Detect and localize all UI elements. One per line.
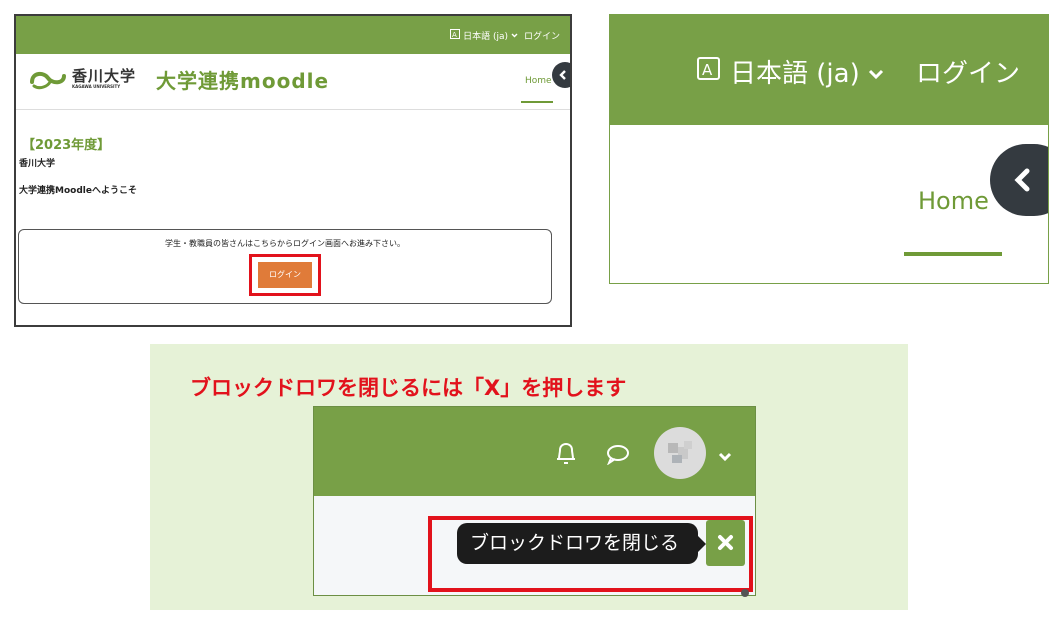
chevron-left-icon — [559, 70, 566, 80]
avatar[interactable] — [654, 427, 706, 479]
highlight-frame: ログイン — [249, 254, 321, 296]
language-icon: A — [696, 55, 722, 88]
university-name: 香川大学 — [72, 67, 137, 85]
university-logo-icon — [28, 66, 68, 92]
chevron-down-icon — [511, 31, 518, 41]
close-icon — [718, 535, 733, 550]
site-logo[interactable]: 大学連携moodle — [156, 65, 329, 94]
language-label: 日本語 (ja) — [463, 32, 508, 42]
login-link[interactable]: ログイン — [524, 29, 560, 42]
university-name-en: KAGAWA UNIVERSITY — [72, 84, 121, 89]
instruction-caption: ブロックドロワを閉じるには「X」を押します — [190, 376, 627, 400]
login-box: 学生・教職員の皆さんはこちらからログイン画面へお進み下さい。 ログイン — [18, 229, 552, 304]
close-drawer-button[interactable] — [706, 520, 745, 566]
open-drawer-button[interactable] — [990, 144, 1048, 216]
svg-text:A: A — [452, 31, 457, 39]
site-screenshot-panel: A 日本語 (ja) ログイン 香川大学 KAGAWA UNIVERSITY 大… — [14, 14, 572, 327]
bell-icon[interactable] — [554, 441, 578, 471]
tab-home-underline — [904, 252, 1002, 256]
tab-home[interactable]: Home — [525, 76, 552, 86]
language-label: 日本語 (ja) — [730, 59, 860, 89]
navbar — [314, 407, 755, 496]
year-heading: 【2023年度】 — [22, 138, 111, 153]
tab-home[interactable]: Home — [918, 187, 989, 215]
message-icon[interactable] — [606, 443, 630, 469]
tab-home-underline — [521, 101, 553, 103]
language-menu[interactable]: A 日本語 (ja) — [450, 29, 518, 42]
org-name: 香川大学 — [19, 159, 56, 169]
login-link[interactable]: ログイン — [916, 53, 1020, 90]
chevron-down-icon[interactable] — [718, 447, 732, 466]
login-instruction: 学生・教職員の皆さんはこちらからログイン画面へお進み下さい。 — [165, 239, 405, 248]
language-icon: A — [450, 29, 461, 42]
navbar: A 日本語 (ja) ログイン — [16, 16, 570, 54]
drawer-screenshot: ブロックドロワを閉じる — [313, 406, 756, 597]
login-button[interactable]: ログイン — [258, 262, 312, 288]
navbar: A 日本語 (ja) ログイン — [610, 15, 1048, 125]
language-menu[interactable]: A 日本語 (ja) — [696, 53, 884, 90]
tooltip-arrow — [698, 536, 706, 552]
welcome-text: 大学連携Moodleへようこそ — [19, 186, 137, 196]
chevron-down-icon — [868, 57, 884, 87]
zoomed-navbar-panel: A 日本語 (ja) ログイン Home — [609, 14, 1049, 284]
chevron-left-icon — [1014, 168, 1030, 192]
close-drawer-tooltip: ブロックドロワを閉じる — [457, 523, 698, 564]
scroll-indicator — [741, 589, 749, 597]
drawer-instruction-panel: ブロックドロワを閉じるには「X」を押します ブロックドロワを閉じる — [150, 344, 908, 610]
site-header: 香川大学 KAGAWA UNIVERSITY 大学連携moodle Home — [16, 54, 570, 110]
open-drawer-button[interactable] — [552, 62, 570, 88]
svg-text:A: A — [702, 61, 713, 79]
